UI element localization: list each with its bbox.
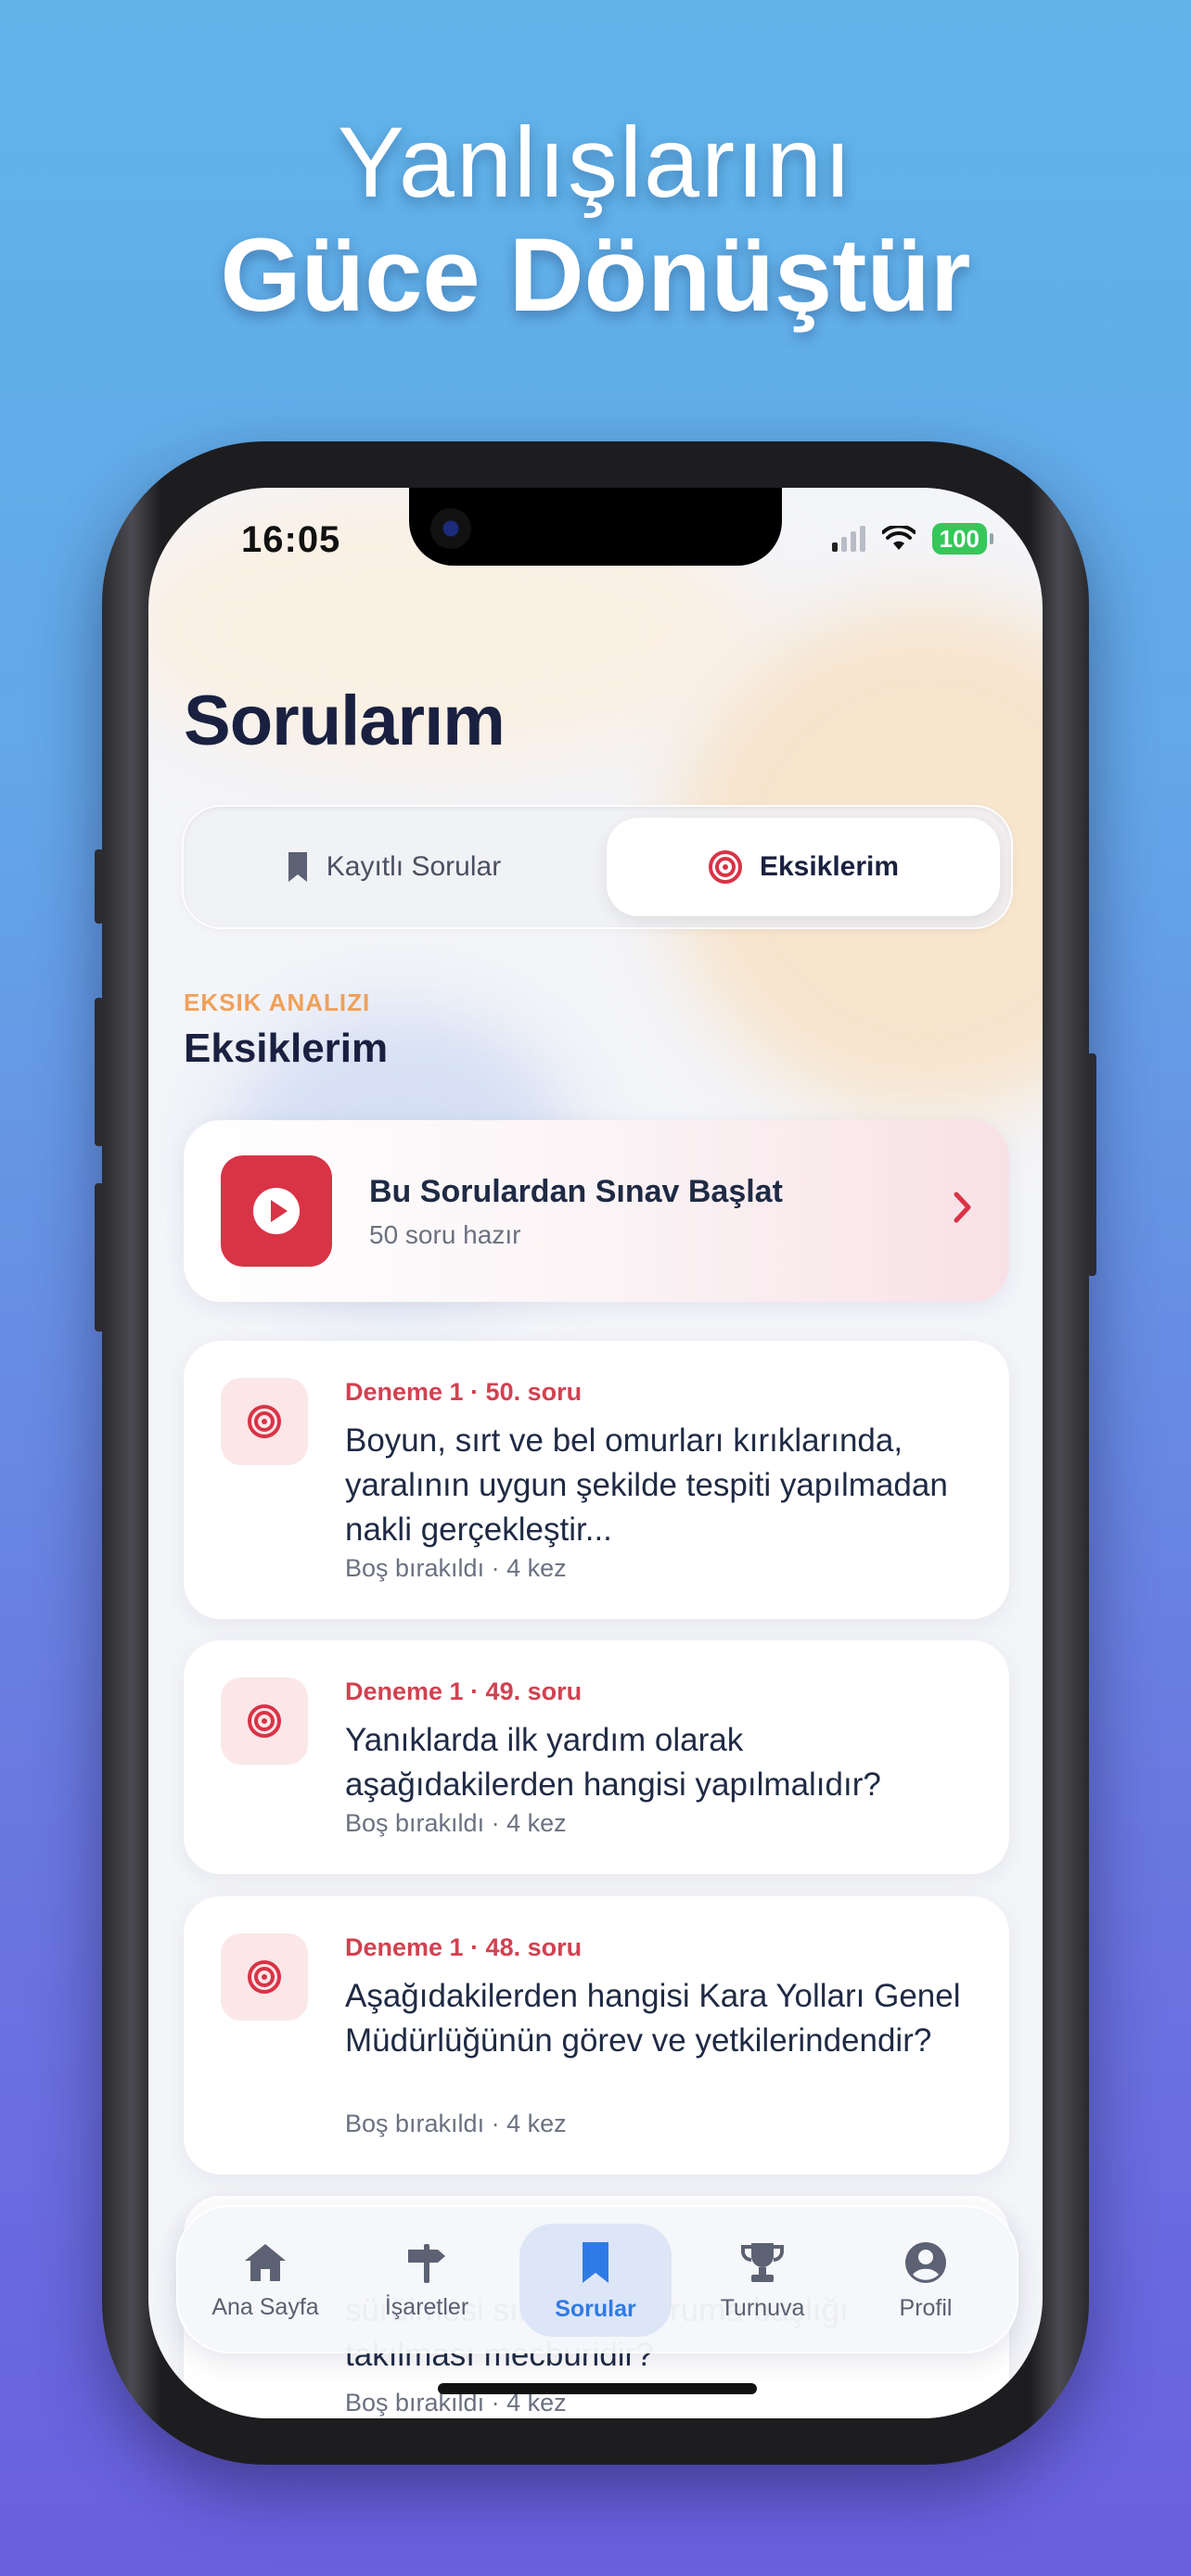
tab-missing-label: Eksiklerim <box>759 851 900 882</box>
start-exam-subtitle: 50 soru hazır <box>369 1220 521 1249</box>
volume-up-button <box>95 998 104 1146</box>
target-icon <box>248 1704 281 1738</box>
status-icons: 100 <box>831 523 994 555</box>
cellular-signal-icon <box>831 526 865 552</box>
tab-profile-label: Profil <box>899 2294 953 2321</box>
start-exam-card[interactable]: Bu Sorulardan Sınav Başlat 50 soru hazır <box>184 1120 1009 1302</box>
question-card[interactable]: Deneme 1 · 50. soru Boyun, sırt ve bel o… <box>184 1341 1009 1619</box>
tab-profile[interactable]: Profil <box>850 2224 1002 2337</box>
volume-down-button <box>95 1183 104 1332</box>
question-text: Yanıklarda ilk yardım olarak aşağıdakile… <box>345 1722 881 1803</box>
battery-indicator: 100 <box>931 523 994 555</box>
question-card[interactable]: Deneme 1 · 48. soru Aşağıdakilerden hang… <box>184 1896 1009 2174</box>
app-screen: 16:05 100 Sorularım Kayıtlı Sorular Eksi… <box>148 488 1043 2418</box>
question-status: Boş bırakıldı · 4 kez <box>345 1554 567 1582</box>
chevron-right-icon <box>954 1192 971 1223</box>
question-meta: Deneme 1 · 49. soru <box>345 1677 583 1705</box>
promo-headline-line1: Yanlışlarını <box>337 106 854 218</box>
play-icon-tile <box>221 1155 332 1267</box>
play-icon <box>253 1188 300 1234</box>
side-button <box>1087 1053 1096 1276</box>
tab-tournament[interactable]: Turnuva <box>686 2224 839 2337</box>
tab-signs-label: İşaretler <box>384 2293 469 2320</box>
section-title: Eksiklerim <box>184 1026 389 1071</box>
tab-signs[interactable]: İşaretler <box>351 2224 503 2337</box>
target-icon <box>248 1405 281 1438</box>
home-indicator[interactable] <box>438 2383 757 2394</box>
status-time: 16:05 <box>241 519 341 560</box>
tab-tournament-label: Turnuva <box>720 2294 805 2321</box>
tab-missing[interactable]: Eksiklerim <box>607 818 1000 916</box>
start-exam-title: Bu Sorulardan Sınav Başlat <box>369 1174 783 1209</box>
question-status: Boş bırakıldı · 4 kez <box>345 1809 567 1837</box>
segmented-control: Kayıtlı Sorular Eksiklerim <box>182 805 1013 929</box>
home-icon <box>245 2243 286 2281</box>
question-status: Boş bırakıldı · 4 kez <box>345 2110 567 2137</box>
mute-switch <box>95 849 104 924</box>
wifi-icon <box>881 526 916 550</box>
page-title: Sorularım <box>184 682 506 760</box>
bookmark-icon <box>583 2241 608 2283</box>
question-meta: Deneme 1 · 48. soru <box>345 1933 583 1961</box>
bottom-tab-bar: Ana Sayfa İşaretler Sorular Turnuva Prof… <box>176 2205 1018 2353</box>
question-target-tile <box>221 1378 308 1465</box>
tab-home[interactable]: Ana Sayfa <box>189 2224 341 2337</box>
phone-frame: 16:05 100 Sorularım Kayıtlı Sorular Eksi… <box>95 441 1096 2465</box>
section-kicker: EKSIK ANALIZI <box>184 988 371 1016</box>
profile-icon <box>905 2241 946 2283</box>
trophy-icon <box>741 2242 784 2282</box>
question-text: Boyun, sırt ve bel omurları kırıklarında… <box>345 1422 948 1548</box>
question-meta: Deneme 1 · 50. soru <box>345 1378 583 1406</box>
bookmark-icon <box>288 852 307 882</box>
question-target-tile <box>221 1933 308 2021</box>
front-camera <box>430 508 471 549</box>
tab-home-label: Ana Sayfa <box>211 2293 319 2320</box>
signpost-icon <box>408 2243 445 2283</box>
question-text: Aşağıdakilerden hangisi Kara Yolları Gen… <box>345 1978 961 2059</box>
tab-questions[interactable]: Sorular <box>519 2224 672 2337</box>
target-icon <box>248 1960 281 1994</box>
tab-saved-questions-label: Kayıtlı Sorular <box>326 851 502 882</box>
tab-saved-questions[interactable]: Kayıtlı Sorular <box>197 818 590 916</box>
question-card[interactable]: Deneme 1 · 49. soru Yanıklarda ilk yardı… <box>184 1640 1009 1874</box>
tab-questions-label: Sorular <box>555 2295 636 2322</box>
question-target-tile <box>221 1677 308 1765</box>
promo-headline-line2: Güce Dönüştür <box>220 217 971 333</box>
target-icon <box>708 850 742 884</box>
